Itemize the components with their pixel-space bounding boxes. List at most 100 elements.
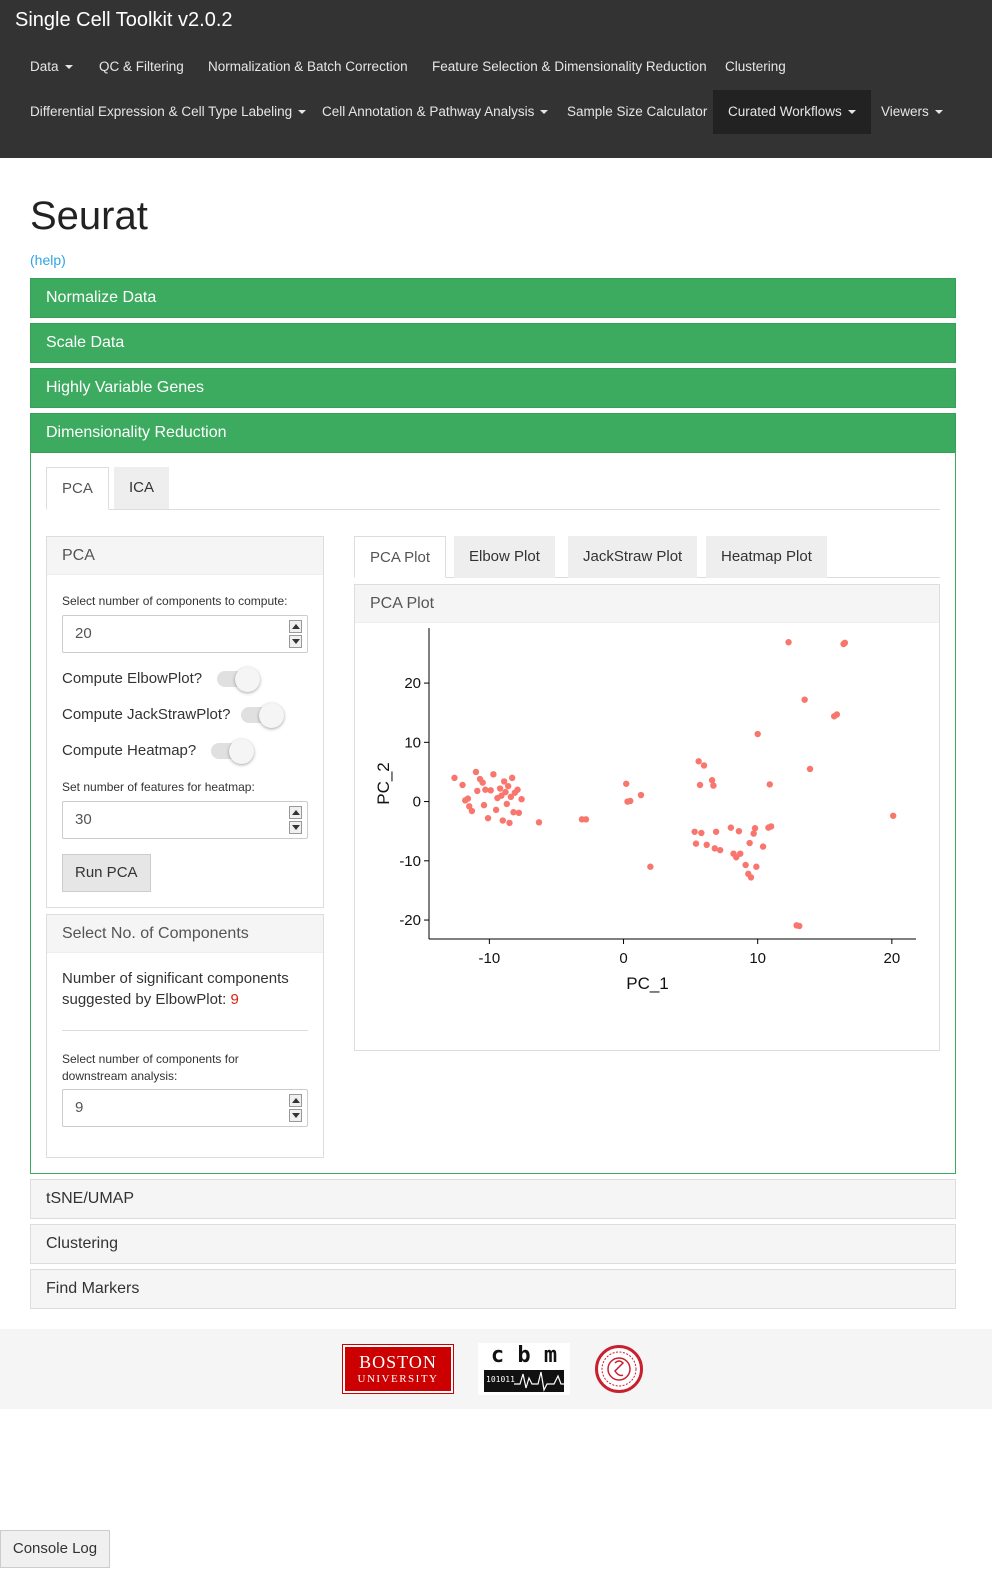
data-point (492, 806, 500, 814)
number-spinner[interactable] (289, 1094, 302, 1122)
x-axis-label: PC_1 (626, 974, 669, 993)
help-link[interactable]: (help) (30, 252, 66, 268)
spin-down-icon[interactable] (289, 1109, 302, 1122)
tab-ica[interactable]: ICA (114, 467, 170, 509)
downstream-label-line2: downstream analysis: (62, 1069, 178, 1083)
y-tick-label: -10 (399, 853, 421, 870)
spin-up-icon[interactable] (289, 620, 302, 633)
data-point (480, 801, 488, 809)
data-point (474, 787, 481, 795)
caret-down-icon (64, 65, 73, 70)
caret-down-icon (847, 110, 856, 115)
console-log-button[interactable]: Console Log (0, 1530, 110, 1568)
section-highly-variable-genes[interactable]: Highly Variable Genes (30, 368, 956, 408)
suggested-components-value: 9 (230, 991, 239, 1008)
bu-logo-line2: UNIVERSITY (357, 1373, 439, 1385)
data-point (759, 843, 767, 850)
components-input[interactable]: 20 (62, 615, 308, 653)
university-seal-logo[interactable] (595, 1345, 643, 1393)
data-point (506, 819, 513, 827)
nav-clustering[interactable]: Clustering (710, 45, 801, 89)
data-point (841, 639, 849, 647)
nav-feature-selection[interactable]: Feature Selection & Dimensionality Reduc… (417, 45, 722, 89)
data-point (535, 819, 543, 826)
nav-label: Curated Workflows (728, 104, 842, 119)
data-point (767, 823, 775, 830)
tabs-divider (46, 509, 940, 510)
heatmap-features-input[interactable]: 30 (62, 801, 308, 839)
data-point (801, 696, 808, 703)
select-components-panel: Select No. of Components Number of signi… (46, 914, 324, 1158)
data-point (487, 787, 494, 794)
tab-pca[interactable]: PCA (46, 467, 109, 510)
spin-down-icon[interactable] (289, 635, 302, 648)
nav-viewers[interactable]: Viewers (866, 90, 958, 134)
data-point (710, 782, 717, 789)
tab-jackstraw-plot[interactable]: JackStraw Plot (568, 536, 698, 578)
nav-label: Cell Annotation & Pathway Analysis (322, 104, 535, 119)
section-normalize-data[interactable]: Normalize Data (30, 278, 956, 318)
spin-down-icon[interactable] (289, 821, 302, 834)
data-point (735, 827, 743, 835)
tab-elbow-plot[interactable]: Elbow Plot (454, 536, 555, 578)
y-tick-label: 0 (413, 794, 421, 811)
data-point (484, 814, 492, 822)
section-tsne-umap[interactable]: tSNE/UMAP (30, 1179, 956, 1219)
data-point (766, 781, 773, 788)
nav-qc-filtering[interactable]: QC & Filtering (84, 45, 199, 89)
nav-label: Viewers (881, 104, 929, 119)
run-pca-button[interactable]: Run PCA (62, 854, 151, 892)
axes-layer: -10 0 10 20 -20 -10 0 10 20 PC_1 PC_2 (374, 628, 916, 993)
section-scale-data[interactable]: Scale Data (30, 323, 956, 363)
data-point (727, 824, 735, 831)
cbm-logo[interactable]: c b m 101011 (478, 1343, 570, 1395)
section-clustering[interactable]: Clustering (30, 1224, 956, 1264)
elbow-suggestion-label: Number of significant components suggest… (62, 970, 289, 1008)
nav-data[interactable]: Data (15, 45, 88, 89)
data-point (502, 788, 509, 796)
nav-label: QC & Filtering (99, 59, 184, 74)
nav-sample-size[interactable]: Sample Size Calculator (552, 90, 722, 134)
downstream-label: Select number of components for (62, 1052, 239, 1066)
nav-label: Differential Expression & Cell Type Labe… (30, 104, 293, 119)
components-value: 20 (75, 625, 92, 642)
data-point (451, 774, 458, 782)
cbm-logo-letters: c b m (490, 1343, 558, 1368)
y-tick-label: 20 (404, 675, 421, 692)
nav-normalization[interactable]: Normalization & Batch Correction (193, 45, 423, 89)
section-dimensionality-reduction[interactable]: Dimensionality Reduction (30, 413, 956, 453)
nav-curated-workflows[interactable]: Curated Workflows (713, 90, 871, 134)
elbow-toggle[interactable] (217, 667, 263, 692)
data-point (496, 785, 504, 792)
data-point (691, 828, 698, 835)
data-point (753, 863, 760, 870)
tab-heatmap-plot[interactable]: Heatmap Plot (706, 536, 827, 578)
app-title[interactable]: Single Cell Toolkit v2.0.2 (15, 9, 233, 32)
data-point (751, 825, 759, 832)
spin-up-icon[interactable] (289, 806, 302, 819)
nav-differential-expression[interactable]: Differential Expression & Cell Type Labe… (15, 90, 321, 134)
spin-up-icon[interactable] (289, 1094, 302, 1107)
heatmap-toggle[interactable] (211, 739, 257, 764)
pca-settings-panel: PCA Select number of components to compu… (46, 536, 324, 908)
downstream-components-input[interactable]: 9 (62, 1089, 308, 1127)
data-point (754, 730, 761, 738)
boston-university-logo[interactable]: BOSTON UNIVERSITY (342, 1344, 454, 1394)
tab-pca-plot[interactable]: PCA Plot (354, 536, 447, 578)
jackstraw-toggle[interactable] (241, 703, 287, 728)
y-axis-label: PC_2 (374, 762, 393, 805)
x-tick-label: 10 (749, 950, 766, 967)
cbm-logo-band: 101011 (484, 1370, 564, 1392)
page-title: Seurat (30, 194, 148, 238)
pca-plot-title: PCA Plot (355, 585, 939, 623)
nav-cell-annotation[interactable]: Cell Annotation & Pathway Analysis (307, 90, 563, 134)
number-spinner[interactable] (289, 620, 302, 648)
data-point (796, 922, 803, 930)
section-find-markers[interactable]: Find Markers (30, 1269, 956, 1309)
number-spinner[interactable] (289, 806, 302, 834)
nav-label: Feature Selection & Dimensionality Reduc… (432, 59, 707, 74)
data-point (750, 830, 757, 837)
x-tick-label: 0 (619, 950, 627, 967)
cbm-logo-bits: 101011 (486, 1375, 515, 1384)
pca-scatter-plot: -10 0 10 20 -20 -10 0 10 20 PC_1 PC_2 (374, 628, 916, 993)
